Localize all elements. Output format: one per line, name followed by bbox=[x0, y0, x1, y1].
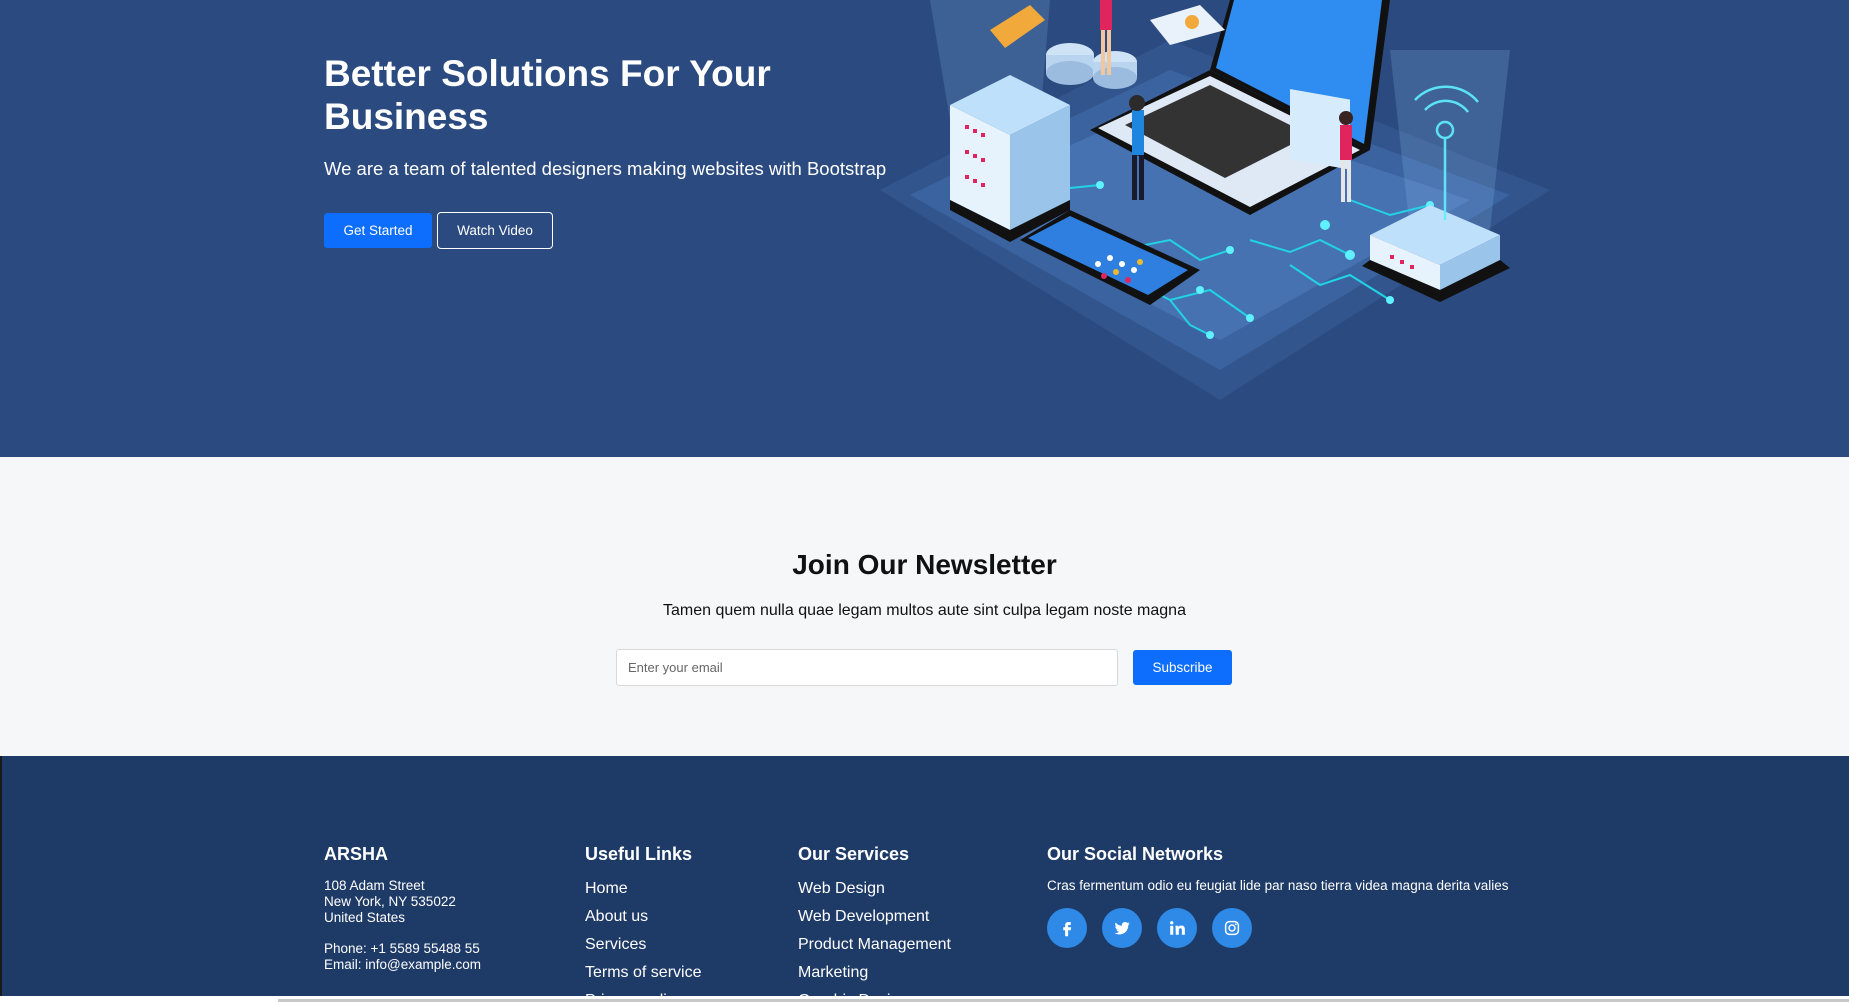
footer-link-about[interactable]: About us bbox=[585, 903, 701, 931]
footer-contact: Phone: +1 5589 55488 55 Email: info@exam… bbox=[324, 941, 481, 973]
footer-service-marketing[interactable]: Marketing bbox=[798, 959, 951, 987]
hero-title: Better Solutions For Your Business bbox=[324, 53, 771, 137]
address-line: New York, NY 535022 bbox=[324, 894, 456, 909]
get-started-button[interactable]: Get Started bbox=[324, 213, 432, 248]
subscribe-button[interactable]: Subscribe bbox=[1133, 650, 1232, 685]
footer-link-terms[interactable]: Terms of service bbox=[585, 959, 701, 987]
footer-phone: Phone: +1 5589 55488 55 bbox=[324, 941, 480, 956]
hero-subtitle: We are a team of talented designers maki… bbox=[324, 158, 887, 179]
useful-links-heading: Useful Links bbox=[585, 844, 693, 864]
newsletter-title: Join Our Newsletter bbox=[792, 549, 1057, 580]
newsletter-section: Join Our Newsletter Tamen quem nulla qua… bbox=[0, 457, 1849, 756]
social-links bbox=[1047, 908, 1509, 948]
footer-social-column: Our Social Networks Cras fermentum odio … bbox=[1047, 844, 1509, 948]
hero-section: Better Solutions For Your Business We ar… bbox=[0, 0, 1849, 457]
services-heading: Our Services bbox=[798, 844, 910, 864]
footer-service-graphic-design[interactable]: Graphic Design bbox=[798, 987, 951, 996]
footer: ARSHA 108 Adam Street New York, NY 53502… bbox=[0, 756, 1849, 996]
social-heading: Our Social Networks bbox=[1047, 844, 1224, 864]
twitter-icon[interactable] bbox=[1102, 908, 1142, 948]
footer-service-web-design[interactable]: Web Design bbox=[798, 875, 951, 903]
footer-address: 108 Adam Street New York, NY 535022 Unit… bbox=[324, 878, 481, 926]
footer-brand: ARSHA bbox=[324, 844, 389, 864]
watch-video-button[interactable]: Watch Video bbox=[437, 212, 553, 249]
footer-service-product-management[interactable]: Product Management bbox=[798, 931, 951, 959]
footer-contact-column: ARSHA 108 Adam Street New York, NY 53502… bbox=[324, 844, 481, 973]
address-line: 108 Adam Street bbox=[324, 878, 425, 893]
footer-link-privacy[interactable]: Privacy policy bbox=[585, 987, 701, 996]
instagram-icon[interactable] bbox=[1212, 908, 1252, 948]
social-description: Cras fermentum odio eu feugiat lide par … bbox=[1047, 878, 1509, 893]
footer-email: Email: info@example.com bbox=[324, 957, 482, 972]
address-line: United States bbox=[324, 910, 406, 925]
footer-link-home[interactable]: Home bbox=[585, 875, 701, 903]
facebook-icon[interactable] bbox=[1047, 908, 1087, 948]
footer-useful-links-column: Useful Links Home About us Services Term… bbox=[585, 844, 701, 996]
footer-service-web-development[interactable]: Web Development bbox=[798, 903, 951, 931]
footer-services-column: Our Services Web Design Web Development … bbox=[798, 844, 951, 996]
email-input[interactable] bbox=[616, 649, 1118, 686]
footer-link-services[interactable]: Services bbox=[585, 931, 701, 959]
newsletter-subtitle: Tamen quem nulla quae legam multos aute … bbox=[663, 602, 1186, 619]
linkedin-icon[interactable] bbox=[1157, 908, 1197, 948]
hero-illustration bbox=[880, 0, 1550, 400]
